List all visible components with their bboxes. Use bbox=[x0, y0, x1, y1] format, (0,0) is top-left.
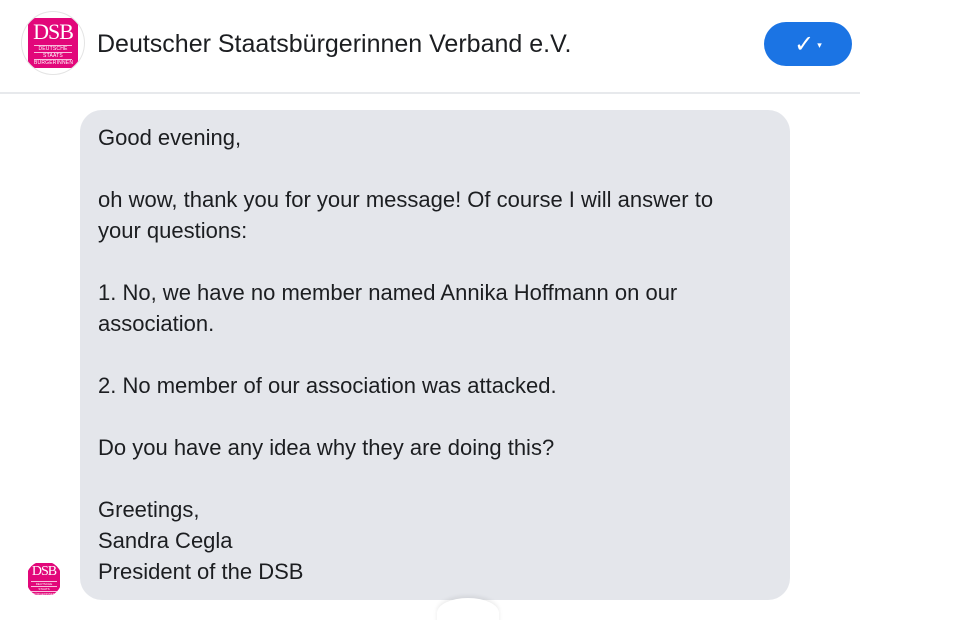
scroll-to-bottom-button[interactable] bbox=[437, 598, 499, 620]
logo-letters: DSB bbox=[33, 19, 74, 44]
message-line: Good evening, bbox=[98, 125, 242, 150]
logo-text-lines: Deutsche Staats Bürgerinnen bbox=[28, 45, 78, 66]
dsb-logo: DSB Deutsche Staats Bürgerinnen bbox=[28, 563, 60, 596]
message-signature: Greetings, Sandra Cegla President of the… bbox=[98, 494, 770, 587]
page-title[interactable]: Deutscher Staatsbürgerinnen Verband e.V. bbox=[97, 28, 571, 60]
logo-letters: DSB bbox=[31, 564, 57, 579]
message-line: President of the DSB bbox=[98, 559, 304, 584]
logo-text-lines: Deutsche Staats Bürgerinnen bbox=[28, 581, 60, 596]
logo-line: Bürgerinnen bbox=[31, 591, 57, 596]
check-icon: ✓ bbox=[794, 30, 815, 58]
message-line: Sandra Cegla bbox=[98, 528, 233, 553]
logo-line: Deutsche bbox=[34, 45, 72, 52]
sender-avatar[interactable]: DSB Deutsche Staats Bürgerinnen bbox=[26, 561, 62, 597]
chevron-down-icon: ▾ bbox=[817, 40, 822, 51]
message-line: 2. No member of our association was atta… bbox=[98, 373, 557, 398]
message-line: your questions: bbox=[98, 218, 248, 243]
conversation-header: DSB Deutsche Staats Bürgerinnen Deutsche… bbox=[0, 0, 860, 94]
message-line: 1. No, we have no member named Annika Ho… bbox=[98, 280, 678, 305]
message-line: oh wow, thank you for your message! Of c… bbox=[98, 187, 714, 212]
message-paragraph: 1. No, we have no member named Annika Ho… bbox=[98, 277, 770, 339]
message-paragraph: Good evening, bbox=[98, 122, 770, 153]
message-line: Greetings, bbox=[98, 497, 200, 522]
message-paragraph: oh wow, thank you for your message! Of c… bbox=[98, 184, 770, 246]
messenger-conversation: DSB Deutsche Staats Bürgerinnen Deutsche… bbox=[0, 0, 953, 620]
message-paragraph: Do you have any idea why they are doing … bbox=[98, 432, 770, 463]
page-avatar[interactable]: DSB Deutsche Staats Bürgerinnen bbox=[22, 12, 84, 74]
logo-line: Staats bbox=[34, 52, 72, 59]
message-bubble[interactable]: Good evening, oh wow, thank you for your… bbox=[80, 110, 790, 600]
message-line: association. bbox=[98, 311, 215, 336]
message-paragraph: 2. No member of our association was atta… bbox=[98, 370, 770, 401]
logo-line: Bürgerinnen bbox=[34, 59, 74, 66]
message-line: Do you have any idea why they are doing … bbox=[98, 435, 555, 460]
dsb-logo: DSB Deutsche Staats Bürgerinnen bbox=[28, 18, 78, 68]
following-dropdown-button[interactable]: ✓ ▾ bbox=[764, 22, 852, 66]
